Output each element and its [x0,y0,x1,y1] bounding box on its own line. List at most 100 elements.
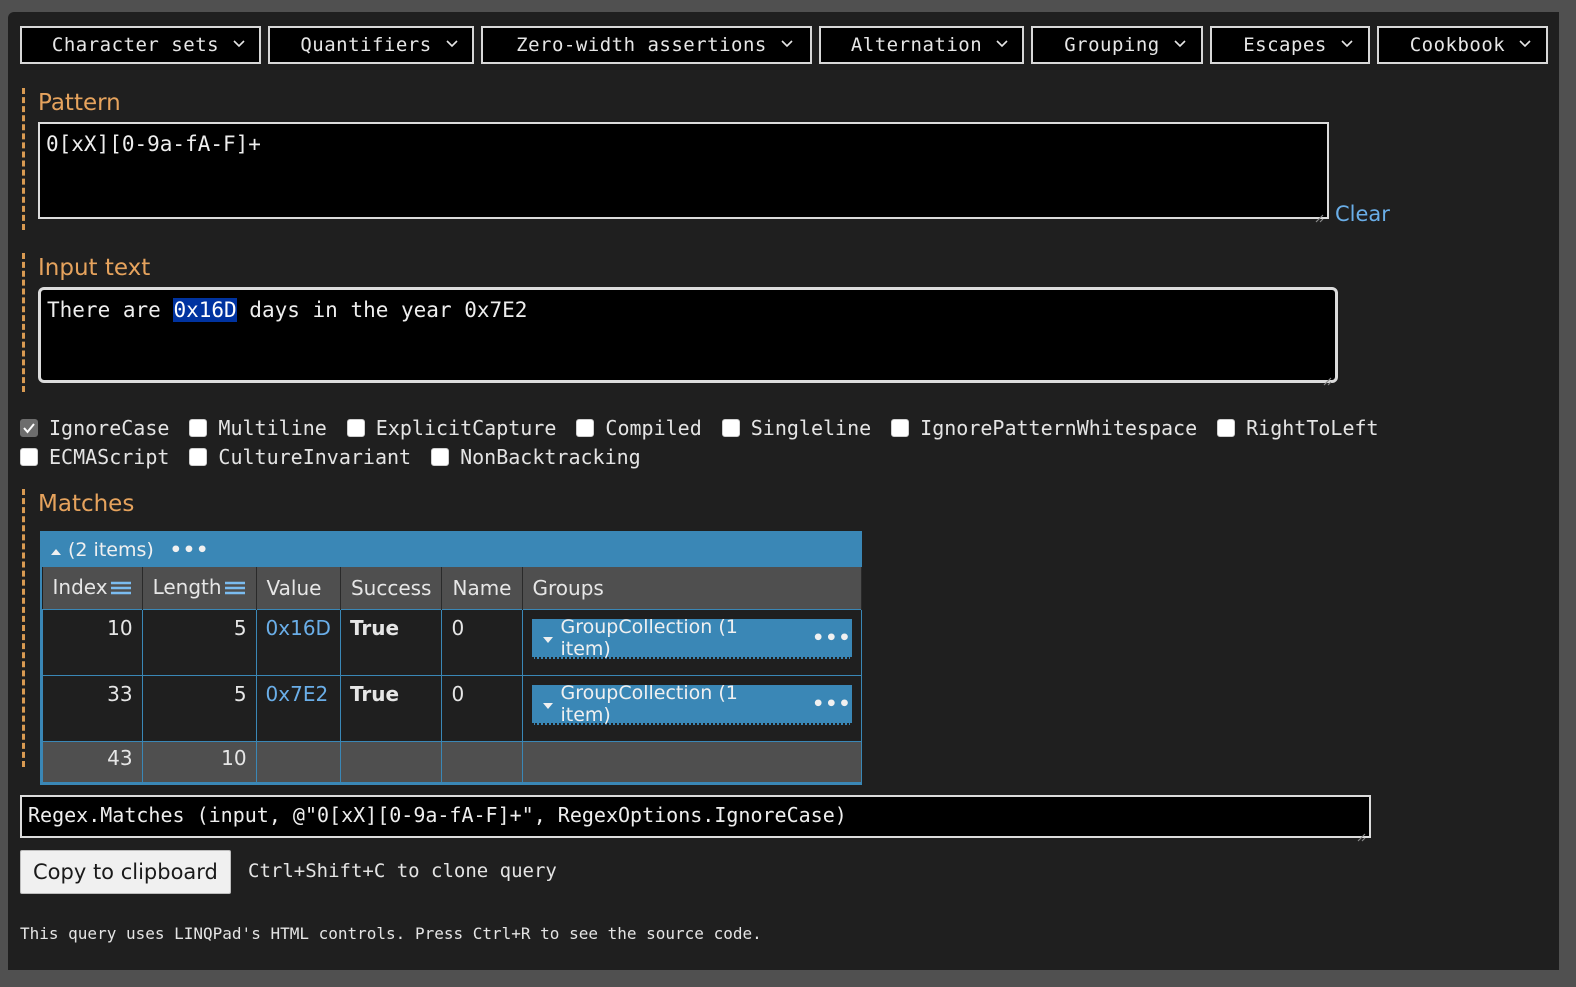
total-empty [441,741,523,783]
cell-value: 0x7E2 [255,675,341,742]
checkbox-checked-icon[interactable] [20,419,38,437]
option-label: Singleline [750,416,872,440]
total-empty [255,741,341,783]
pattern-input[interactable]: 0[xX][0-9a-fA-F]+ [38,122,1329,223]
menu-label: Grouping [1064,34,1160,56]
total-empty [339,741,443,783]
checkbox-icon[interactable] [576,419,595,437]
option-multiline[interactable]: Multiline [189,416,327,440]
matches-table: (2 items) ••• Index Length Value Success… [40,531,862,785]
checkbox-icon[interactable] [20,448,38,466]
menu-escapes[interactable]: Escapes [1210,26,1370,64]
option-label: IgnoreCase [49,416,170,440]
input-title: Input text [38,255,151,281]
app-window: Character sets Quantifiers Zero-width as… [8,12,1559,970]
checkbox-icon[interactable] [346,419,365,437]
group-collection-toggle[interactable]: GroupCollection (1 item) ••• [531,682,852,726]
menu-label: Escapes [1243,34,1327,56]
total-empty [521,741,862,783]
option-cultureinvariant[interactable]: CultureInvariant [189,445,411,469]
group-collection-toggle[interactable]: GroupCollection (1 item) ••• [531,616,852,660]
cell-index: 33 [42,675,143,742]
cell-groups: GroupCollection (1 item) ••• [521,675,862,742]
query-text: Regex.Matches (input, @"0[xX][0-9a-fA-F]… [28,803,847,827]
checkbox-icon[interactable] [189,419,208,437]
table-header-row: Index Length Value Success Name Groups [42,567,862,610]
checkbox-icon[interactable] [431,448,450,466]
chevron-down-icon [1519,40,1531,50]
total-length: 10 [141,741,257,783]
chevron-down-icon [996,40,1008,50]
more-options-icon[interactable]: ••• [812,693,851,715]
column-label: Length [152,575,222,600]
input-text-before: There are [47,298,174,322]
clear-link[interactable]: Clear [1335,202,1390,226]
option-label: Compiled [605,416,702,440]
option-righttoleft[interactable]: RightToLeft [1217,416,1379,440]
option-label: NonBacktracking [460,445,641,469]
option-singleline[interactable]: Singleline [721,416,872,440]
menu-alternation[interactable]: Alternation [819,26,1024,64]
column-label: Index [52,575,108,600]
column-menu-icon[interactable] [224,577,246,601]
input-text-after: days in the year 0x7E2 [236,298,528,322]
generated-query-field[interactable]: Regex.Matches (input, @"0[xX][0-9a-fA-F]… [20,795,1371,842]
regex-options-row-1: IgnoreCase Multiline ExplicitCapture Com… [20,416,1399,440]
resize-grip-icon[interactable] [1322,367,1332,386]
checkbox-icon[interactable] [1217,419,1236,437]
resize-grip-icon[interactable] [1314,204,1324,223]
option-label: RightToLeft [1246,416,1379,440]
cell-length: 5 [141,609,257,676]
more-options-icon[interactable]: ••• [812,627,851,649]
menu-cookbook[interactable]: Cookbook [1377,26,1548,64]
regex-options-row-2: ECMAScript CultureInvariant NonBacktrack… [20,445,661,469]
totals-row: 43 10 [42,741,862,783]
menu-label: Cookbook [1409,34,1506,56]
menu-quantifiers[interactable]: Quantifiers [268,26,474,64]
chevron-down-icon [781,40,793,50]
checkbox-icon[interactable] [721,419,740,437]
option-ignorecase[interactable]: IgnoreCase [20,416,169,440]
pattern-title: Pattern [38,90,121,116]
column-header-index[interactable]: Index [42,567,143,610]
resize-grip-icon[interactable] [1356,823,1366,842]
option-nonbacktracking[interactable]: NonBacktracking [431,445,641,469]
collapse-arrow-icon[interactable] [50,539,62,561]
menu-zero-width-assertions[interactable]: Zero-width assertions [481,26,812,64]
column-header-value: Value [256,567,341,610]
option-ecmascript[interactable]: ECMAScript [20,445,169,469]
toolbar: Character sets Quantifiers Zero-width as… [20,26,1548,64]
table-row: 10 5 0x16D True 0 GroupCollection (1 ite… [42,609,862,676]
expand-arrow-icon [542,627,554,649]
option-ignorepatternwhitespace[interactable]: IgnorePatternWhitespace [891,416,1197,440]
total-index: 43 [42,741,143,783]
cell-name: 0 [441,609,523,676]
menu-label: Character sets [51,34,220,56]
cell-value: 0x16D [255,609,341,676]
option-explicitcapture[interactable]: ExplicitCapture [346,416,557,440]
option-label: CultureInvariant [218,445,412,469]
option-label: ExplicitCapture [375,416,557,440]
menu-grouping[interactable]: Grouping [1031,26,1203,64]
chevron-down-icon [446,40,458,50]
table-row: 33 5 0x7E2 True 0 GroupCollection (1 ite… [42,675,862,742]
menu-character-sets[interactable]: Character sets [20,26,261,64]
checkbox-icon[interactable] [891,419,910,437]
column-header-success: Success [340,567,443,610]
checkbox-icon[interactable] [189,448,208,466]
column-menu-icon[interactable] [110,577,132,601]
menu-label: Quantifiers [300,34,432,56]
cell-success: True [339,609,443,676]
matches-grid: Index Length Value Success Name Groups 1… [42,567,862,783]
cell-name: 0 [441,675,523,742]
column-header-length[interactable]: Length [142,567,257,610]
copy-to-clipboard-button[interactable]: Copy to clipboard [20,850,231,894]
option-compiled[interactable]: Compiled [576,416,702,440]
matches-collapse-header[interactable]: (2 items) ••• [42,533,860,567]
more-options-icon[interactable]: ••• [170,539,209,561]
chevron-down-icon [1341,40,1353,50]
chevron-down-icon [1174,40,1186,50]
input-text-field[interactable]: There are 0x16D days in the year 0x7E2 [38,287,1338,386]
cell-groups: GroupCollection (1 item) ••• [521,609,862,676]
footer-note: This query uses LINQPad's HTML controls.… [20,924,762,943]
